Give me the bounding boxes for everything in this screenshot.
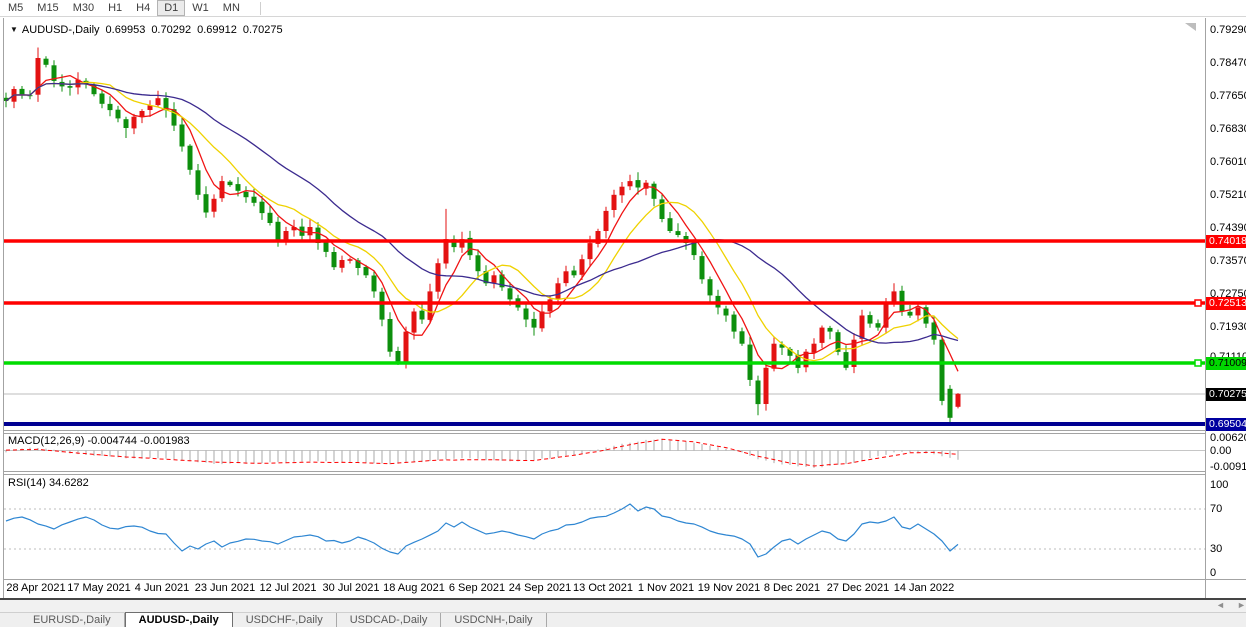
date-axis-label: 23 Jun 2021 [194, 582, 256, 594]
rsi-axis-100: 100 [1210, 479, 1229, 491]
price-axis-label: 0.74390 [1210, 222, 1246, 234]
price-axis-label: 0.79290 [1210, 24, 1246, 36]
ohlc-open: 0.69953 [105, 24, 146, 36]
date-axis-label: 4 Jun 2021 [134, 582, 190, 594]
price-axis-label: 0.75210 [1210, 189, 1246, 201]
symbol-tab-eurusd[interactable]: EURUSD-,Daily [20, 613, 125, 627]
date-axis-label: 28 Apr 2021 [6, 582, 66, 594]
date-axis-label: 24 Sep 2021 [508, 582, 572, 594]
date-axis-label: 12 Jul 2021 [259, 582, 317, 594]
rsi-pane-divider[interactable] [4, 471, 1205, 475]
symbol-tab-usdcad[interactable]: USDCAD-,Daily [337, 613, 442, 627]
date-axis-label: 19 Nov 2021 [697, 582, 761, 594]
price-badge: 0.74018 [1206, 234, 1246, 248]
price-badge: 0.71009 [1206, 356, 1246, 370]
macd-axis-zero: 0.00 [1210, 445, 1232, 457]
date-axis-border [4, 579, 1246, 580]
price-axis-label: 0.71930 [1210, 321, 1246, 333]
price-badge: 0.70275 [1206, 387, 1246, 401]
chart-dropdown-icon[interactable]: ▼ [10, 25, 18, 34]
trading-terminal-window: M5 M15 M30 H1 H4 D1 W1 MN ▼ AUDUSD-,Daily 0.69953… [0, 0, 1246, 627]
date-axis-label: 17 May 2021 [67, 582, 131, 594]
macd-axis-min: -0.009197 [1210, 461, 1246, 473]
symbol-tab-usdchf[interactable]: USDCHF-,Daily [233, 613, 337, 627]
date-axis-label: 13 Oct 2021 [573, 582, 633, 594]
moving-average-medium [5, 81, 959, 362]
date-axis-label: 18 Aug 2021 [383, 582, 445, 594]
ohlc-high: 0.70292 [151, 24, 192, 36]
date-axis-label: 27 Dec 2021 [826, 582, 890, 594]
price-badge: 0.72513 [1206, 296, 1246, 310]
date-axis-label: 8 Dec 2021 [763, 582, 821, 594]
scroll-right-icon[interactable]: ► [1237, 601, 1246, 610]
rsi-axis-0: 0 [1210, 567, 1217, 579]
rsi-axis-70: 70 [1210, 503, 1223, 515]
price-axis-label: 0.78470 [1210, 57, 1246, 69]
chart-canvas[interactable] [0, 0, 1246, 627]
horizontal-scrollbar[interactable] [0, 598, 1246, 612]
price-axis-label: 0.76830 [1210, 123, 1246, 135]
symbol-tab-bar: EURUSD-,Daily AUDUSD-,Daily USDCHF-,Daily U… [0, 612, 1246, 627]
price-axis-label: 0.77650 [1210, 90, 1246, 102]
chart-symbol-label: AUDUSD-,Daily [21, 24, 100, 36]
date-axis-label: 30 Jul 2021 [322, 582, 380, 594]
macd-pane-divider[interactable] [4, 430, 1205, 434]
tab-bar-lead-space [0, 613, 20, 627]
moving-average-fast [5, 74, 959, 372]
chart-title: ▼ AUDUSD-,Daily 0.69953 0.70292 0.69912 0.702… [10, 24, 283, 36]
ohlc-low: 0.69912 [197, 24, 237, 36]
hline-0.71009[interactable] [4, 359, 1205, 367]
date-axis-label: 14 Jan 2022 [893, 582, 955, 594]
macd-axis-max: 0.006201 [1210, 432, 1246, 444]
chart-shift-marker-icon[interactable] [1185, 23, 1196, 31]
date-axis-label: 6 Sep 2021 [448, 582, 506, 594]
macd-indicator-label: MACD(12,26,9) -0.004744 -0.001983 [8, 435, 190, 447]
rsi-indicator-label: RSI(14) 34.6282 [8, 477, 89, 489]
rsi-axis-30: 30 [1210, 543, 1223, 555]
price-axis-label: 0.73570 [1210, 255, 1246, 267]
symbol-tab-audusd[interactable]: AUDUSD-,Daily [124, 612, 233, 627]
price-axis-label: 0.76010 [1210, 156, 1246, 168]
ohlc-close: 0.70275 [242, 24, 283, 36]
chart-left-border [3, 18, 4, 598]
symbol-tab-usdcnh[interactable]: USDCNH-,Daily [441, 613, 547, 627]
hline-0.72513[interactable] [4, 299, 1205, 307]
date-axis-label: 1 Nov 2021 [637, 582, 695, 594]
scroll-left-icon[interactable]: ◄ [1216, 601, 1225, 610]
price-badge: 0.69504 [1206, 417, 1246, 431]
